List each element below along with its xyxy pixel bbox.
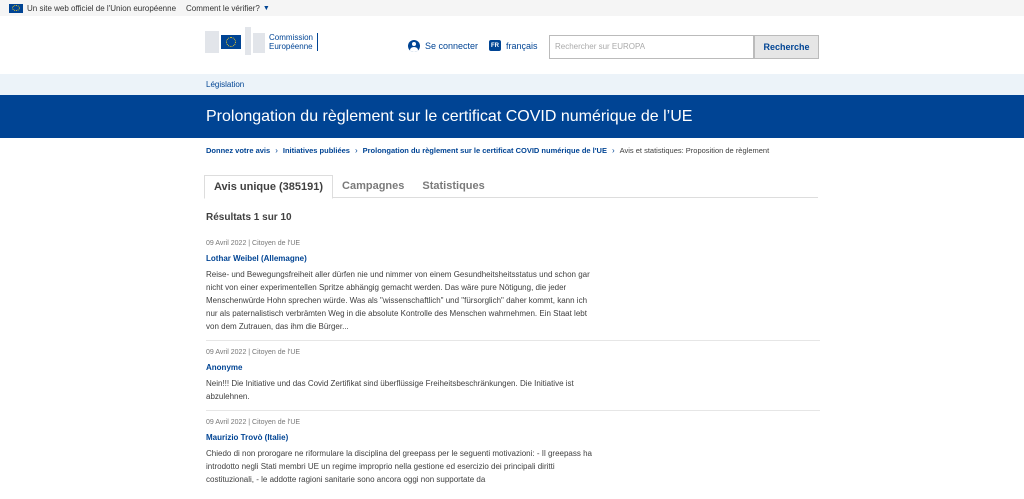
feedback-author-link[interactable]: Anonyme [206,363,820,372]
login-label[interactable]: Se connecter [425,41,478,51]
language-icon: FR [489,40,501,51]
verify-link-label[interactable]: Comment le vérifier? [186,4,260,13]
tab-avis-unique[interactable]: Avis unique (385191) [204,175,334,199]
feedback-list: 09 Avril 2022 | Citoyen de l'UE Lothar W… [206,236,820,499]
login-link[interactable]: Se connecter [408,40,478,52]
chevron-right-icon: › [611,146,615,155]
breadcrumb-item-current: Avis et statistiques: Proposition de règ… [619,146,770,155]
tab-statistiques[interactable]: Statistiques [413,175,493,198]
list-item: 09 Avril 2022 | Citoyen de l'UE Lothar W… [206,240,820,341]
logo-text: Commission Européenne [269,33,319,51]
eu-flag-icon [9,3,23,13]
feedback-text: Chiedo di non prorogare ne riformulare l… [206,449,592,484]
chevron-right-icon: › [354,146,358,155]
tab-campagnes[interactable]: Campagnes [333,175,413,198]
logo-line-2: Européenne [269,42,313,51]
tab-bar: Avis unique (385191) Campagnes Statistiq… [204,175,818,199]
page-title: Prolongation du règlement sur le certifi… [206,108,693,125]
language-selector[interactable]: FR français [489,40,538,51]
search-button[interactable]: Recherche [754,35,819,59]
list-item: 09 Avril 2022 | Citoyen de l'UE Maurizio… [206,419,820,493]
official-site-text: Un site web officiel de l'Union européen… [27,3,177,13]
commission-logo[interactable]: Commission Européenne [205,27,319,57]
list-item: 09 Avril 2022 | Citoyen de l'UE Anonyme … [206,349,820,411]
chevron-down-icon: ▼ [262,4,270,12]
feedback-author-link[interactable]: Lothar Weibel (Allemagne) [206,254,820,263]
legislation-link[interactable]: Législation [206,80,244,89]
commission-logo-icon [205,27,265,57]
feedback-text: Nein!!! Die Initiative und das Covid Zer… [206,379,574,401]
official-eu-banner: Un site web officiel de l'Union européen… [0,0,1024,16]
logo-line-1: Commission [269,33,314,42]
user-icon [408,40,420,52]
feedback-author-link[interactable]: Maurizio Trovò (Italie) [206,433,820,442]
breadcrumb-item-initiatives[interactable]: Initiatives publiées [283,146,350,155]
feedback-meta: 09 Avril 2022 | Citoyen de l'UE [206,419,301,426]
breadcrumb-item-donnez-votre-avis[interactable]: Donnez votre avis [206,146,270,155]
chevron-right-icon: › [275,146,278,155]
breadcrumb-item-initiative[interactable]: Prolongation du règlement sur le certifi… [363,146,607,155]
breadcrumb: Donnez votre avis › Initiatives publiées… [206,146,769,155]
language-label[interactable]: français [506,41,538,51]
legislation-bar: Législation [0,74,1024,95]
page-title-band: Prolongation du règlement sur le certifi… [0,95,1024,138]
verify-link[interactable]: Comment le vérifier? ▼ [186,4,270,13]
search-input[interactable]: Rechercher sur EUROPA [549,35,754,59]
results-count: Résultats 1 sur 10 [206,212,292,223]
feedback-text: Reise- und Bewegungsfreiheit aller dürfe… [206,270,590,331]
feedback-meta: 09 Avril 2022 | Citoyen de l'UE [206,240,301,247]
feedback-meta: 09 Avril 2022 | Citoyen de l'UE [206,349,301,356]
site-header: Commission Européenne Se connecter FR fr… [0,16,1024,74]
